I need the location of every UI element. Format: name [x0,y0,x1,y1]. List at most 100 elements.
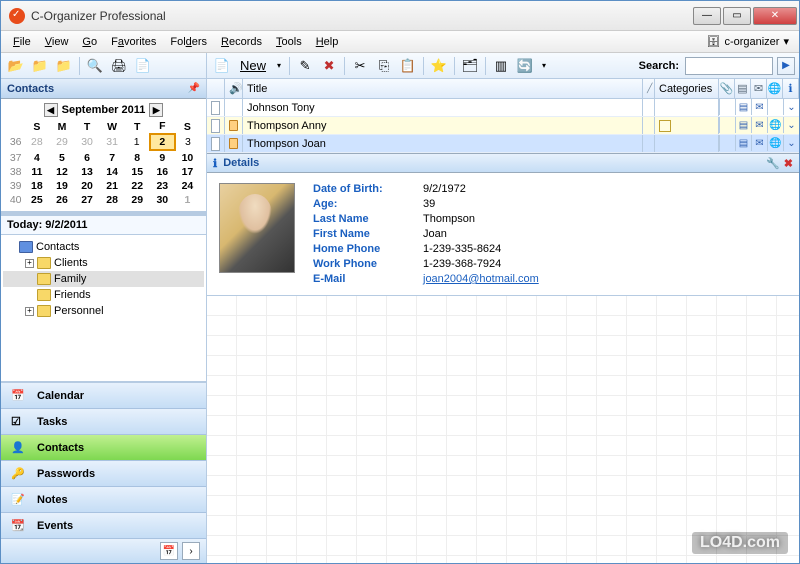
cal-day[interactable]: 6 [75,150,100,165]
cal-day[interactable]: 24 [175,179,200,193]
nav-item-tasks[interactable]: ☑Tasks [1,409,206,435]
cal-day[interactable]: 1 [175,193,200,207]
cal-day[interactable]: 20 [75,179,100,193]
row-expand-icon[interactable]: ⌄ [783,99,799,115]
cal-day[interactable]: 8 [125,150,150,165]
cal-day[interactable]: 11 [24,165,49,179]
col-icon-a[interactable] [207,79,225,98]
menu-tools[interactable]: Tools [270,34,308,50]
cal-day[interactable]: 7 [100,150,125,165]
search-go-button[interactable]: ▶ [777,57,795,75]
cal-day[interactable]: 26 [49,193,74,207]
folder-open-icon[interactable]: 📂 [5,55,27,77]
cal-day[interactable]: 10 [175,150,200,165]
cal-day[interactable]: 17 [175,165,200,179]
cal-day[interactable]: 27 [75,193,100,207]
tree-item[interactable]: +Clients [3,255,204,271]
cal-day[interactable]: 3 [175,134,200,150]
col-categories[interactable]: Categories [655,79,719,98]
edit-icon[interactable]: ✎ [294,55,316,77]
cal-day[interactable]: 21 [100,179,125,193]
col-card[interactable]: ▤ [735,79,751,98]
sync-icon[interactable]: 🔄 [514,55,536,77]
cal-day[interactable]: 15 [125,165,150,179]
cal-day[interactable]: 9 [150,150,175,165]
nav-item-contacts[interactable]: 👤Contacts [1,435,206,461]
cal-day[interactable]: 19 [49,179,74,193]
search-input[interactable] [685,57,773,75]
cal-day[interactable]: 16 [150,165,175,179]
sync-dropdown[interactable]: ▾ [538,55,550,77]
col-icon-b[interactable]: 🔊 [225,79,243,98]
row-card-icon[interactable]: ▤ [735,99,751,115]
cal-day[interactable]: 25 [24,193,49,207]
row-expand-icon[interactable]: ⌄ [783,117,799,133]
cal-day[interactable]: 12 [49,165,74,179]
cal-next-button[interactable]: ▶ [149,103,163,117]
search-icon[interactable]: 🔍 [84,55,106,77]
row-expand-icon[interactable]: ⌄ [783,135,799,151]
col-mail[interactable]: ✉ [751,79,767,98]
menu-favorites[interactable]: Favorites [105,34,162,50]
row-attach-icon[interactable] [719,135,735,151]
col-title[interactable]: Title [243,79,643,98]
print-icon[interactable]: 🖨 [108,55,130,77]
row-web-icon[interactable]: 🌐 [767,135,783,151]
row-card-icon[interactable]: ▤ [735,135,751,151]
cal-day[interactable]: 4 [24,150,49,165]
cal-day[interactable]: 1 [125,134,150,150]
nav-expand-button[interactable]: › [182,542,200,560]
cal-day[interactable]: 22 [125,179,150,193]
cal-day[interactable]: 28 [100,193,125,207]
cal-day[interactable]: 18 [24,179,49,193]
detail-value[interactable]: joan2004@hotmail.com [423,273,539,285]
row-mail-icon[interactable]: ✉ [751,117,767,133]
cal-day[interactable]: 31 [100,134,125,150]
view-icon[interactable]: ▥ [490,55,512,77]
col-info[interactable]: ℹ [783,79,799,98]
minimize-button[interactable]: — [693,7,721,25]
cal-day[interactable]: 30 [150,193,175,207]
row-attach-icon[interactable] [719,99,735,115]
menu-file[interactable]: File [7,34,37,50]
nav-item-calendar[interactable]: 📅Calendar [1,383,206,409]
new-dropdown[interactable]: ▾ [273,55,285,77]
cal-day[interactable]: 30 [75,134,100,150]
cal-day[interactable]: 29 [125,193,150,207]
copy-icon[interactable]: ⎘ [373,55,395,77]
table-row[interactable]: Thompson Anny▤✉🌐⌄ [207,117,799,135]
row-card-icon[interactable]: ▤ [735,117,751,133]
nav-config-button[interactable]: 📅 [160,542,178,560]
menu-help[interactable]: Help [310,34,345,50]
col-attach[interactable]: 📎 [719,79,735,98]
row-mail-icon[interactable]: ✉ [751,99,767,115]
folder-delete-icon[interactable]: 📁 [53,55,75,77]
tree-item[interactable]: +Personnel [3,303,204,319]
details-close-icon[interactable]: ✖ [784,157,793,170]
card-icon[interactable]: 🗂 [459,55,481,77]
pin-icon[interactable]: 📌 [188,83,200,94]
row-mail-icon[interactable]: ✉ [751,135,767,151]
paste-icon[interactable]: 📋 [397,55,419,77]
delete-icon[interactable]: ✖ [318,55,340,77]
col-web[interactable]: 🌐 [767,79,783,98]
menu-folders[interactable]: Folders [164,34,213,50]
menu-go[interactable]: Go [76,34,103,50]
nav-item-notes[interactable]: 📝Notes [1,487,206,513]
menu-view[interactable]: View [39,34,75,50]
nav-item-passwords[interactable]: 🔑Passwords [1,461,206,487]
calendar-grid[interactable]: SMTWTFS362829303112337456789103811121314… [7,119,200,207]
nav-item-events[interactable]: 📆Events [1,513,206,539]
close-button[interactable]: ✕ [753,7,797,25]
cut-icon[interactable]: ✂ [349,55,371,77]
cal-day[interactable]: 23 [150,179,175,193]
cal-day[interactable]: 13 [75,165,100,179]
cal-day[interactable]: 29 [49,134,74,150]
favorite-icon[interactable]: ⭐ [428,55,450,77]
details-settings-icon[interactable]: 🔧 [766,157,780,170]
cal-day[interactable]: 5 [49,150,74,165]
new-button[interactable]: New [235,55,271,77]
maximize-button[interactable]: ▭ [723,7,751,25]
tree-item[interactable]: Friends [3,287,204,303]
cal-day[interactable]: 2 [150,134,175,150]
